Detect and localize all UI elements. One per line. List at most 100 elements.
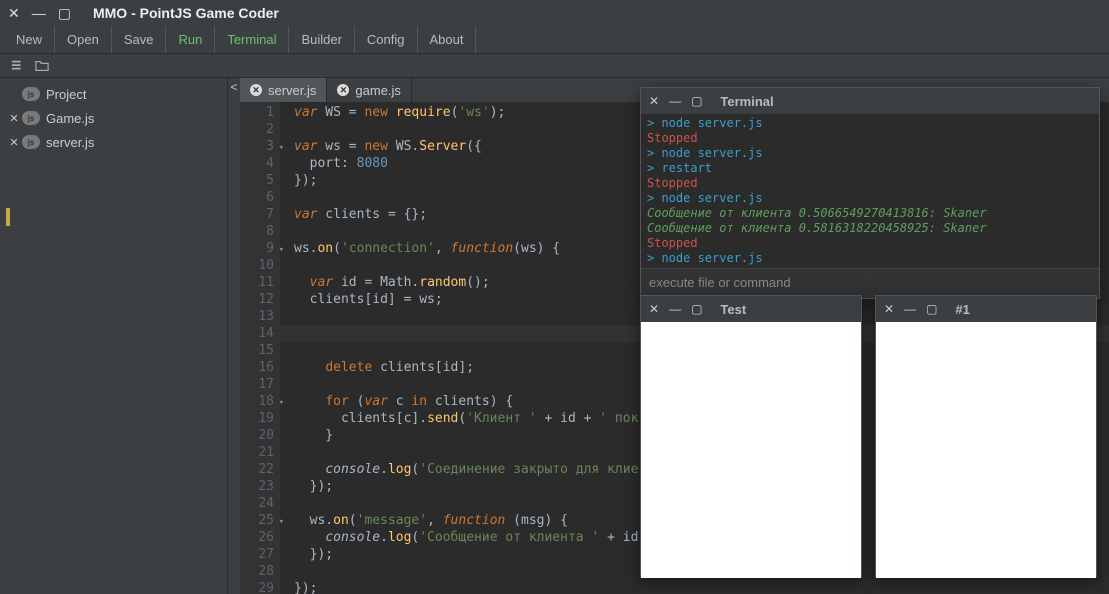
tree-item-label: server.js [46, 135, 94, 150]
toolstrip [0, 54, 1109, 78]
tab-label: game.js [355, 83, 401, 98]
terminal-input[interactable]: execute file or command [641, 268, 1099, 298]
menu-new[interactable]: New [4, 26, 55, 53]
window-close-icon[interactable]: ✕ [8, 5, 20, 22]
terminal-head[interactable]: ✕ — ▢ Terminal [641, 88, 1099, 114]
file-badge-icon: js [22, 135, 40, 149]
terminal-output: > node server.jsStopped> node server.js>… [641, 114, 1099, 268]
line-number: 2 [240, 121, 274, 138]
sidebar: jsProject✕jsGame.js✕jsserver.js [0, 78, 228, 594]
test-panel: ✕ — ▢ Test [640, 295, 862, 577]
line-number: 27 [240, 546, 274, 563]
list-tree-icon[interactable] [6, 57, 30, 75]
terminal-line: Сообщение от клиента 0.5066549270413816:… [647, 206, 1093, 221]
collapse-icon: < [230, 80, 237, 94]
menu-config[interactable]: Config [355, 26, 418, 53]
tree-item-project[interactable]: js Project [0, 82, 227, 106]
line-number: 5 [240, 172, 274, 189]
line-number: 7 [240, 206, 274, 223]
titlebar: ✕ — ▢ MMO - PointJS Game Coder [0, 0, 1109, 26]
panel-title: Test [720, 302, 746, 317]
line-number: 6 [240, 189, 274, 206]
terminal-line: > node server.js [647, 191, 1093, 206]
tab-game-js[interactable]: ✕ game.js [327, 78, 412, 102]
terminal-line: Stopped [647, 131, 1093, 146]
line-number: 28 [240, 563, 274, 580]
window-minimize-icon[interactable]: — [32, 5, 46, 21]
line-number: 1 [240, 104, 274, 121]
line-number: 22 [240, 461, 274, 478]
line-number: 20 [240, 427, 274, 444]
tree-item-game-js[interactable]: ✕jsGame.js [0, 106, 227, 130]
close-icon[interactable]: ✕ [884, 302, 894, 316]
line-number: 14▾ [240, 325, 274, 342]
line-number: 3▾ [240, 138, 274, 155]
test-panel-body[interactable] [641, 322, 861, 578]
window-maximize-icon[interactable]: ▢ [58, 5, 71, 22]
menu-run[interactable]: Run [166, 26, 215, 53]
line-number: 13 [240, 308, 274, 325]
line-number: 18▾ [240, 393, 274, 410]
gutter: 123▾456789▾1011121314▾15161718▾192021222… [240, 102, 280, 594]
menu-save[interactable]: Save [112, 26, 167, 53]
terminal-line: > restart [647, 161, 1093, 176]
modified-indicator [6, 208, 10, 226]
line-number: 17 [240, 376, 274, 393]
close-icon[interactable]: ✕ [250, 84, 262, 96]
close-icon[interactable]: ✕ [6, 136, 22, 149]
terminal-line: > node server.js [647, 116, 1093, 131]
line-number: 25▾ [240, 512, 274, 529]
menu-builder[interactable]: Builder [289, 26, 354, 53]
terminal-line: Stopped [647, 176, 1093, 191]
line-number: 15 [240, 342, 274, 359]
line-number: 9▾ [240, 240, 274, 257]
folder-icon[interactable] [30, 57, 54, 75]
panel-title: #1 [955, 302, 969, 317]
line-number: 29 [240, 580, 274, 594]
maximize-icon[interactable]: ▢ [691, 94, 702, 108]
panel-1-body[interactable] [876, 322, 1096, 578]
terminal-title: Terminal [720, 94, 773, 109]
tree-item-server-js[interactable]: ✕js server.js [0, 130, 227, 154]
tree-item-label: Project [46, 87, 86, 102]
tree-item-label: Game.js [46, 111, 94, 126]
terminal-line: > node server.js [647, 251, 1093, 266]
terminal-line: Stopped [647, 236, 1093, 251]
window-title: MMO - PointJS Game Coder [93, 5, 279, 21]
panel-1-head[interactable]: ✕ — ▢ #1 [876, 296, 1096, 322]
line-number: 19 [240, 410, 274, 427]
menubar: NewOpenSaveRunTerminalBuilderConfigAbout [0, 26, 1109, 54]
minimize-icon[interactable]: — [669, 94, 681, 108]
tab-server-js[interactable]: ✕ server.js [240, 78, 327, 102]
line-number: 24 [240, 495, 274, 512]
close-icon[interactable]: ✕ [6, 112, 22, 125]
line-number: 8 [240, 223, 274, 240]
line-number: 23 [240, 478, 274, 495]
file-badge-icon: js [22, 87, 40, 101]
terminal-line: > node server.js [647, 146, 1093, 161]
panel-1: ✕ — ▢ #1 [875, 295, 1097, 577]
code-line[interactable]: }); [294, 580, 1109, 594]
menu-terminal[interactable]: Terminal [215, 26, 289, 53]
line-number: 21 [240, 444, 274, 461]
test-panel-head[interactable]: ✕ — ▢ Test [641, 296, 861, 322]
maximize-icon[interactable]: ▢ [691, 302, 702, 316]
line-number: 10 [240, 257, 274, 274]
maximize-icon[interactable]: ▢ [926, 302, 937, 316]
split-handle[interactable]: < [228, 78, 240, 594]
minimize-icon[interactable]: — [669, 302, 681, 316]
tab-label: server.js [268, 83, 316, 98]
menu-about[interactable]: About [418, 26, 477, 53]
menu-open[interactable]: Open [55, 26, 112, 53]
line-number: 12 [240, 291, 274, 308]
minimize-icon[interactable]: — [904, 302, 916, 316]
terminal-panel: ✕ — ▢ Terminal > node server.jsStopped> … [640, 87, 1100, 299]
terminal-line: Сообщение от клиента 0.5816318220458925:… [647, 221, 1093, 236]
line-number: 26 [240, 529, 274, 546]
close-icon[interactable]: ✕ [649, 302, 659, 316]
line-number: 4 [240, 155, 274, 172]
line-number: 16 [240, 359, 274, 376]
close-icon[interactable]: ✕ [649, 94, 659, 108]
line-number: 11 [240, 274, 274, 291]
close-icon[interactable]: ✕ [337, 84, 349, 96]
